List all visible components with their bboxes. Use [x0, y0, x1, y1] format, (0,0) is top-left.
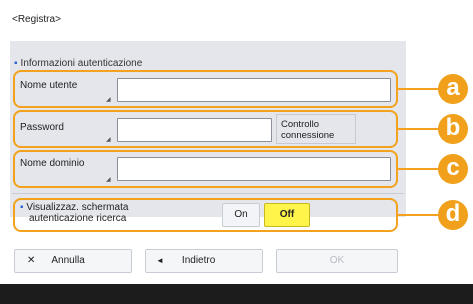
corner-triangle-icon: ◢ [106, 177, 111, 183]
password-label: Password [20, 122, 64, 133]
back-button[interactable]: ◄ Indietro [145, 249, 263, 273]
callout-line-d [398, 214, 442, 216]
corner-triangle-icon: ◢ [106, 97, 111, 103]
callout-line-a [398, 88, 442, 90]
ok-label: OK [329, 255, 345, 266]
section-title: Informazioni autenticazione [20, 58, 143, 69]
control-connection-label-2: connessione [281, 130, 335, 141]
username-field[interactable] [117, 78, 391, 102]
bullet-icon: ▪ [20, 202, 24, 213]
control-connection-button[interactable]: Controllo connessione [276, 114, 356, 144]
back-arrow-icon: ◄ [156, 256, 164, 265]
bullet-icon: ▪ [14, 58, 18, 69]
callout-b: b [438, 114, 468, 144]
password-field[interactable] [117, 118, 272, 142]
username-label: Nome utente [20, 80, 78, 91]
corner-triangle-icon: ◢ [106, 137, 111, 143]
domain-label: Nome dominio [20, 158, 85, 169]
callout-line-c [398, 168, 442, 170]
bottom-bar [0, 284, 473, 304]
auth-screen-label: ▪ Visualizzaz. schermata autenticazione … [20, 202, 128, 224]
page-title: <Registra> [12, 14, 61, 25]
back-label: Indietro [181, 255, 216, 266]
ok-button[interactable]: OK [276, 249, 398, 273]
auth-screen-label-2: autenticazione ricerca [29, 213, 127, 224]
close-icon: ✕ [27, 255, 36, 266]
cancel-button[interactable]: ✕ Annulla [14, 249, 132, 273]
cancel-label: Annulla [51, 255, 85, 266]
callout-c: c [438, 154, 468, 184]
section-header: ▪ Informazioni autenticazione [14, 58, 142, 69]
separator [12, 193, 404, 194]
domain-field[interactable] [117, 157, 391, 181]
on-button[interactable]: On [222, 203, 260, 227]
off-button[interactable]: Off [264, 203, 310, 227]
auth-screen-label-1: Visualizzaz. schermata [26, 202, 129, 213]
callout-line-b [398, 128, 442, 130]
callout-a: a [438, 74, 468, 104]
callout-d: d [438, 200, 468, 230]
control-connection-label-1: Controllo [281, 119, 320, 130]
